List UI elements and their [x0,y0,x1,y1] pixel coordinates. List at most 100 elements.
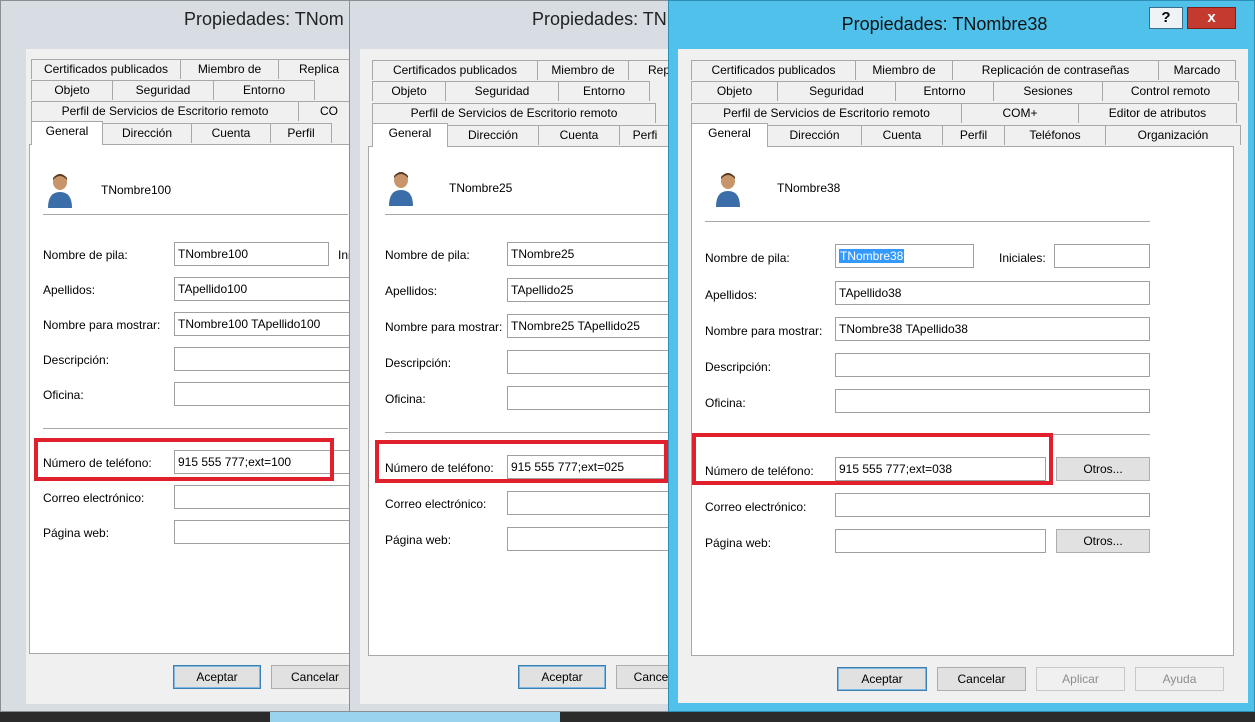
tab-certificados-publicados[interactable]: Certificados publicados [31,59,181,79]
user-name-label: TNombre38 [777,181,841,195]
general-page: TNombre25 Nombre de pila: TNombre25 Apel… [368,146,673,656]
tab-organizacion[interactable]: Organización [1105,125,1241,145]
tab-direccion[interactable]: Dirección [102,123,192,143]
tab-perfil[interactable]: Perfil [942,125,1005,145]
display-name-input[interactable]: TNombre25 TApellido25 [507,314,673,338]
dialog-tnombre100[interactable]: Propiedades: TNom Certificados publicado… [0,0,355,712]
tab-certificados-publicados[interactable]: Certificados publicados [372,60,538,80]
tab-cuenta[interactable]: Cuenta [538,125,620,145]
separator [43,214,348,215]
ok-button[interactable]: Aceptar [173,665,261,689]
dialog-tnombre38[interactable]: Propiedades: TNombre38 ? x Certificados … [668,0,1255,712]
tab-marcado[interactable]: Marcado [1158,60,1236,80]
user-name-label: TNombre25 [449,181,513,195]
cancel-button[interactable]: Cancelar [937,667,1026,691]
dialog-title: Propiedades: TNom [184,9,344,29]
web-input[interactable] [507,527,673,551]
tab-replicacion[interactable]: Replica [278,59,354,79]
tab-replicacion-contrasenas[interactable]: Replicación de contraseñas [952,60,1159,80]
cancel-button[interactable]: Cancelar [271,665,354,689]
tab-direccion[interactable]: Dirección [767,125,862,145]
tab-cuenta[interactable]: Cuenta [861,125,943,145]
apply-button[interactable]: Aplicar [1036,667,1125,691]
office-input[interactable] [174,382,354,406]
separator [385,432,673,433]
last-name-input[interactable]: TApellido38 [835,281,1150,305]
tab-telefonos[interactable]: Teléfonos [1004,125,1106,145]
tab-miembro-de[interactable]: Miembro de [855,60,953,80]
last-name-input[interactable]: TApellido100 [174,277,354,301]
tab-editor-atributos[interactable]: Editor de atributos [1078,103,1237,123]
description-input[interactable] [835,353,1150,377]
tab-entorno[interactable]: Entorno [895,81,994,101]
display-name-label: Nombre para mostrar: [705,324,823,338]
description-label: Descripción: [385,356,452,370]
tab-row-2: Objeto Seguridad Entorno [31,80,315,101]
web-label: Página web: [705,536,772,550]
tab-general[interactable]: General [691,123,768,147]
tab-certificados-publicados[interactable]: Certificados publicados [691,60,856,80]
help-caption-button[interactable]: ? [1149,7,1183,29]
ok-button[interactable]: Aceptar [837,667,927,691]
tab-row-1: Certificados publicados Miembro de Repli… [31,59,354,80]
first-name-input[interactable]: TNombre100 [174,242,329,266]
tab-seguridad[interactable]: Seguridad [777,81,896,101]
tab-entorno[interactable]: Entorno [213,80,315,100]
initials-input[interactable] [1054,244,1150,268]
office-input[interactable] [835,389,1150,413]
tab-control-remoto[interactable]: Control remoto [1102,81,1239,101]
tab-direccion[interactable]: Dirección [447,125,539,145]
display-name-input[interactable]: TNombre100 TApellido100 [174,312,354,336]
tab-perfil-escritorio-remoto[interactable]: Perfil de Servicios de Escritorio remoto [372,103,656,123]
tab-entorno[interactable]: Entorno [558,81,650,101]
office-input[interactable] [507,386,673,410]
tab-objeto[interactable]: Objeto [31,80,113,100]
tab-seguridad[interactable]: Seguridad [445,81,559,101]
tab-row-4: General Dirección Cuenta Perfil [31,121,332,145]
tab-seguridad[interactable]: Seguridad [112,80,214,100]
description-input[interactable] [174,347,354,371]
tab-com[interactable]: CO [298,101,354,121]
user-avatar-icon [389,172,413,206]
tab-perfil[interactable]: Perfi [619,125,671,145]
dialog-client: Certificados publicados Miembro de Repli… [26,49,354,704]
tab-general[interactable]: General [372,123,448,147]
phone-others-button[interactable]: Otros... [1056,457,1150,481]
tab-objeto[interactable]: Objeto [691,81,778,101]
close-caption-button[interactable]: x [1187,7,1236,29]
tab-perfil-escritorio-remoto[interactable]: Perfil de Servicios de Escritorio remoto [691,103,962,123]
description-label: Descripción: [705,360,772,374]
first-name-label: Nombre de pila: [43,248,128,262]
first-name-input[interactable]: TNombre25 [507,242,673,266]
cancel-button[interactable]: Cance [616,665,673,689]
last-name-input[interactable]: TApellido25 [507,278,673,302]
tab-row-2: Objeto Seguridad Entorno Sesiones Contro… [691,81,1239,102]
description-input[interactable] [507,350,673,374]
web-input[interactable] [835,529,1046,553]
tab-perfil[interactable]: Perfil [270,123,332,143]
tab-miembro-de[interactable]: Miembro de [180,59,279,79]
display-name-input[interactable]: TNombre38 TApellido38 [835,317,1150,341]
email-input[interactable] [174,485,354,509]
web-others-button[interactable]: Otros... [1056,529,1150,553]
tab-miembro-de[interactable]: Miembro de [537,60,629,80]
help-button[interactable]: Ayuda [1135,667,1224,691]
tab-sesiones[interactable]: Sesiones [993,81,1103,101]
phone-highlight-frame [375,440,668,483]
ok-button[interactable]: Aceptar [518,665,606,689]
web-label: Página web: [43,526,110,540]
email-input[interactable] [507,491,673,515]
email-input[interactable] [835,493,1150,517]
tab-objeto[interactable]: Objeto [372,81,446,101]
first-name-input[interactable]: TNombre38 [835,244,974,268]
tab-perfil-escritorio-remoto[interactable]: Perfil de Servicios de Escritorio remoto [31,101,299,121]
tab-general[interactable]: General [31,121,103,145]
web-input[interactable] [174,520,354,544]
display-name-label: Nombre para mostrar: [385,320,503,334]
email-label: Correo electrónico: [43,491,145,505]
tab-com[interactable]: COM+ [961,103,1079,123]
tab-cuenta[interactable]: Cuenta [191,123,271,143]
phone-highlight-frame [34,438,334,481]
dialog-tnombre25[interactable]: Propiedades: TN Certificados publicados … [349,0,674,712]
selected-text: TNombre38 [839,249,905,263]
